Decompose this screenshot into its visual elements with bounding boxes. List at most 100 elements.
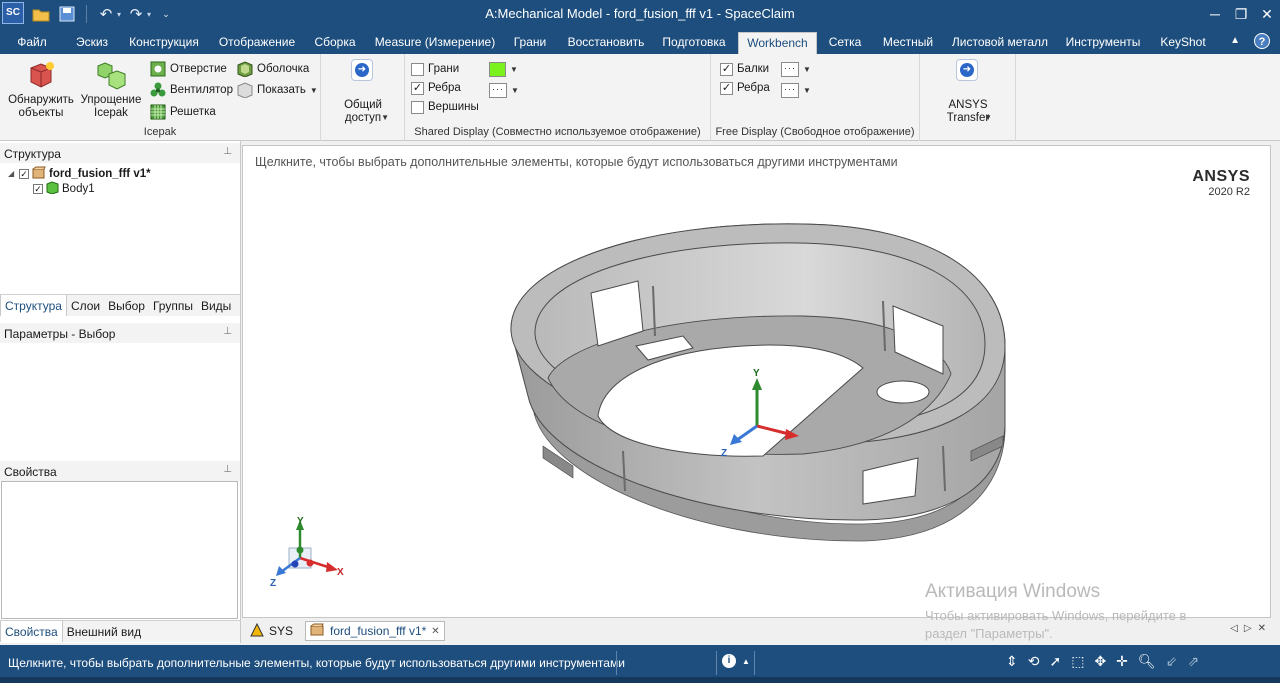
collapse-ribbon-icon[interactable]: ▲ (1230, 35, 1240, 46)
shared-vertices-checkbox[interactable] (411, 100, 424, 114)
tab-views[interactable]: Виды (197, 295, 235, 316)
show-dropdown-icon[interactable]: ▼ (310, 86, 318, 95)
tab-workbench[interactable]: Workbench (738, 32, 817, 54)
shared-faces-toggle[interactable]: Грани (411, 59, 459, 79)
shared-vertices-toggle[interactable]: Вершины (411, 97, 479, 117)
hole-button[interactable]: Отверстие (150, 59, 227, 79)
move-icon[interactable]: ✛ (1116, 653, 1128, 670)
spaceclaim-logo-icon[interactable]: SC (2, 2, 24, 24)
undo-dropdown-icon[interactable]: ▾ (117, 10, 121, 19)
tab-tools[interactable]: Инструменты (1062, 32, 1144, 54)
status-info[interactable]: i ▲ (722, 654, 750, 668)
beam-style-dropdown-icon[interactable]: ▼ (803, 65, 811, 74)
tab-repair[interactable]: Восстановить (564, 32, 648, 54)
info-dropdown-icon[interactable]: ▲ (742, 657, 750, 666)
tab-keyshot[interactable]: KeyShot (1156, 32, 1210, 54)
tab-groups[interactable]: Группы (149, 295, 197, 316)
spin-icon[interactable]: ⇕ (1006, 653, 1018, 670)
ribbon-group-share: ➜ Общий доступ ▼ (321, 54, 405, 141)
customize-icon[interactable]: ⌄ (155, 3, 177, 25)
detect-objects-button[interactable]: Обнаружить объекты (4, 60, 78, 120)
fan-button[interactable]: Вентилятор (150, 80, 233, 100)
tab-sketch[interactable]: Эскиз (70, 32, 114, 54)
next-view-icon[interactable]: ⇗ (1187, 653, 1199, 670)
face-color-swatch[interactable] (489, 61, 506, 77)
tab-appearance[interactable]: Внешний вид (63, 621, 145, 642)
tab-properties[interactable]: Свойства (0, 621, 63, 642)
doc-tab-sys[interactable]: SYS (246, 621, 297, 641)
tab-sheet-metal[interactable]: Листовой металл (950, 32, 1050, 54)
tab-design[interactable]: Конструкция (126, 32, 202, 54)
share-dropdown-icon[interactable]: ▼ (381, 111, 389, 124)
help-icon[interactable]: ? (1254, 33, 1270, 49)
free-beams-checkbox[interactable]: ✓ (720, 62, 733, 76)
previous-view-icon[interactable]: ⇙ (1166, 653, 1178, 670)
part-icon (310, 623, 325, 639)
free-edges-toggle[interactable]: ✓ Ребра (720, 78, 770, 98)
select-arrow-icon[interactable]: ➚ (1049, 653, 1061, 670)
tree-item-body[interactable]: ✓ Body1 (33, 180, 95, 196)
tree-checkbox[interactable]: ✓ (19, 168, 29, 179)
free-edges-checkbox[interactable]: ✓ (720, 81, 733, 95)
face-color-picker[interactable]: ▼ (489, 59, 518, 79)
show-button[interactable]: Показать ▼ (237, 80, 318, 100)
ansys-transfer-button[interactable]: ➜ ANSYS Transfer ▼ (936, 59, 1000, 125)
grille-button[interactable]: Решетка (150, 102, 216, 122)
pan-icon[interactable]: ✥ (1094, 653, 1106, 670)
shared-faces-checkbox[interactable] (411, 62, 424, 76)
edge-style-picker[interactable]: ··· ▼ (489, 80, 519, 100)
free-edge-style-icon[interactable]: ··· (781, 82, 799, 98)
restore-icon[interactable]: ❐ (1228, 0, 1254, 28)
pin-icon[interactable]: ⊥ (223, 464, 232, 475)
shared-edges-checkbox[interactable]: ✓ (411, 81, 424, 95)
tree-checkbox[interactable]: ✓ (33, 183, 43, 194)
expand-icon[interactable]: ◢ (8, 169, 16, 178)
info-icon[interactable]: i (722, 654, 736, 668)
tab-navigation-icons[interactable]: ◁▷✕ (1230, 623, 1272, 634)
status-divider (754, 651, 755, 675)
tab-local[interactable]: Местный (878, 32, 938, 54)
beam-style-icon[interactable]: ··· (781, 61, 799, 77)
simplify-icepak-button[interactable]: Упрощение Icepak (78, 60, 144, 120)
redo-icon[interactable]: ↷ (125, 3, 147, 25)
tab-selection[interactable]: Выбор (104, 295, 149, 316)
tab-file[interactable]: Файл (10, 32, 54, 54)
doc-tab-ford-fusion[interactable]: ford_fusion_fff v1* ✕ (305, 621, 445, 641)
tree-item-assembly[interactable]: ◢ ✓ ford_fusion_fff v1* (8, 166, 151, 181)
redo-dropdown-icon[interactable]: ▾ (147, 10, 151, 19)
save-icon[interactable] (56, 3, 78, 25)
shared-edges-toggle[interactable]: ✓ Ребра (411, 78, 461, 98)
undo-icon[interactable]: ↶ (95, 3, 117, 25)
minimize-icon[interactable]: ─ (1202, 0, 1228, 28)
tab-measure[interactable]: Measure (Измерение) (374, 32, 496, 54)
tab-mesh[interactable]: Сетка (824, 32, 866, 54)
tab-assembly[interactable]: Сборка (310, 32, 360, 54)
tab-faces[interactable]: Грани (508, 32, 552, 54)
corner-axis-triad[interactable] (276, 520, 338, 576)
box-select-icon[interactable]: ⬚ (1071, 653, 1084, 670)
open-folder-icon[interactable] (30, 3, 52, 25)
close-icon[interactable]: ✕ (1254, 0, 1280, 28)
tab-display[interactable]: Отображение (216, 32, 298, 54)
grille-icon (150, 104, 166, 120)
close-tab-icon[interactable]: ✕ (431, 626, 439, 637)
tab-layers[interactable]: Слои (67, 295, 104, 316)
edge-style-icon[interactable]: ··· (489, 82, 507, 98)
zoom-icon[interactable]: 🔍︎ (1138, 653, 1156, 670)
rotate-icon[interactable]: ⟲ (1028, 653, 1040, 670)
face-color-dropdown-icon[interactable]: ▼ (510, 65, 518, 74)
pin-icon[interactable]: ⊥ (223, 146, 232, 157)
free-beams-toggle[interactable]: ✓ Балки (720, 59, 769, 79)
free-edge-style-picker[interactable]: ··· ▼ (781, 80, 811, 100)
properties-grid[interactable] (1, 481, 238, 619)
pin-icon[interactable]: ⊥ (223, 326, 232, 337)
free-edge-style-dropdown-icon[interactable]: ▼ (803, 86, 811, 95)
share-button[interactable]: ➜ Общий доступ ▼ (333, 59, 393, 125)
ansys-transfer-dropdown-icon[interactable]: ▼ (984, 111, 992, 124)
tab-prepare[interactable]: Подготовка (658, 32, 730, 54)
tab-structure[interactable]: Структура (0, 295, 67, 316)
shell-button[interactable]: Оболочка (237, 59, 309, 79)
edge-style-dropdown-icon[interactable]: ▼ (511, 86, 519, 95)
beam-style-picker[interactable]: ··· ▼ (781, 59, 811, 79)
3d-viewport[interactable]: Щелкните, чтобы выбрать дополнительные э… (242, 145, 1271, 618)
